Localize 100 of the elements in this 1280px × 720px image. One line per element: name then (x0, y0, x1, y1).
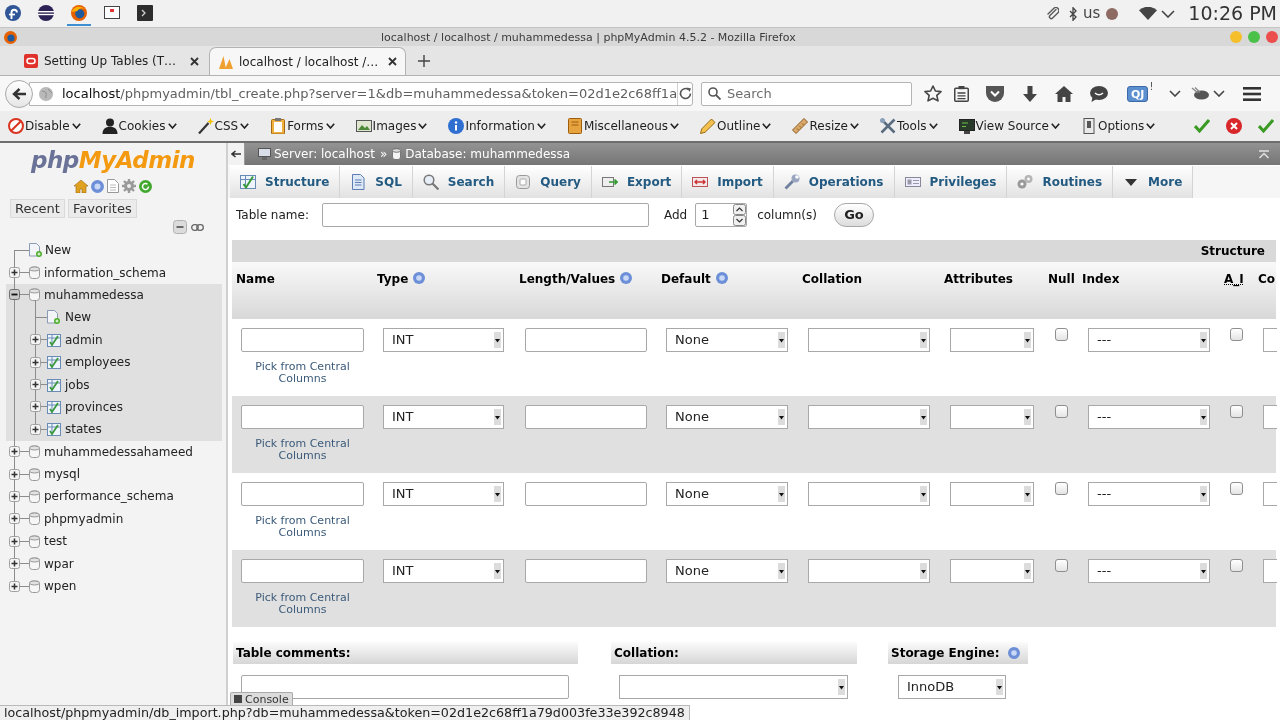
index-select[interactable]: --- (1088, 559, 1210, 583)
tab[interactable]: Query (505, 166, 592, 198)
plus-icon[interactable] (418, 55, 430, 67)
tree-item-link[interactable]: New (45, 241, 72, 260)
breadcrumb-link[interactable]: Server: localhost (274, 145, 375, 163)
expand-icon[interactable] (9, 267, 20, 279)
toolbar-menu-button[interactable]: Miscellaneous (566, 117, 680, 135)
collapse-icon[interactable] (9, 289, 20, 301)
tab[interactable]: SQL (340, 166, 413, 198)
index-select[interactable]: --- (1088, 405, 1210, 429)
input-field[interactable] (1263, 482, 1277, 506)
expand-icon[interactable] (9, 558, 20, 570)
input-field[interactable] (1263, 328, 1277, 352)
breadcrumb-link[interactable]: Database: muhammedessa (405, 145, 571, 163)
tree-item-link[interactable]: admin (65, 330, 103, 349)
help-icon[interactable] (413, 272, 426, 284)
chevron-down-icon[interactable] (167, 123, 177, 129)
tree-item-link[interactable]: provinces (65, 397, 123, 416)
tab[interactable]: More (1113, 166, 1194, 198)
tab[interactable]: Privileges (894, 166, 1008, 198)
column-name-field[interactable] (241, 405, 364, 429)
null-checkbox[interactable] (1055, 328, 1068, 341)
length-values-field[interactable] (525, 328, 647, 352)
expand-icon[interactable] (30, 334, 41, 346)
sidebar-tab-button[interactable]: Favorites (67, 199, 137, 218)
toolbar-menu-button[interactable]: Disable (8, 117, 81, 135)
tab[interactable]: Import (682, 166, 774, 198)
star-icon[interactable] (924, 85, 942, 102)
help-icon[interactable] (1008, 647, 1021, 659)
console-tab[interactable]: Console (230, 692, 293, 705)
chevron-down-icon[interactable] (240, 123, 250, 129)
expand-icon[interactable] (9, 535, 20, 547)
help-icon[interactable] (620, 272, 633, 284)
reload-icon[interactable] (678, 87, 692, 100)
index-select[interactable]: --- (1088, 482, 1210, 506)
tab[interactable]: Routines (1007, 166, 1114, 198)
help-icon[interactable] (715, 272, 728, 284)
tab[interactable]: Search (412, 166, 506, 198)
chevron-down-icon[interactable] (670, 123, 680, 129)
tree-item-link[interactable]: jobs (65, 375, 90, 394)
input-field[interactable] (1263, 559, 1277, 583)
toolbar-menu-button[interactable]: Tools (879, 117, 938, 135)
type-select[interactable]: INT (383, 482, 504, 506)
sidebar-tab-button[interactable]: Recent (10, 199, 65, 218)
auto-increment-checkbox[interactable] (1230, 328, 1243, 341)
tree-item-link[interactable]: muhammedessahameed (44, 442, 193, 461)
type-select[interactable]: INT (383, 559, 504, 583)
toolbar-menu-button[interactable]: Outline (700, 117, 772, 135)
tree-item-link[interactable]: muhammedessa (44, 285, 144, 304)
spinner-icon[interactable] (733, 203, 747, 226)
table-name-field[interactable] (321, 202, 649, 227)
toolbar-menu-button[interactable]: Forms (270, 117, 335, 135)
tree-item-link[interactable]: New (65, 308, 92, 327)
expand-icon[interactable] (9, 446, 20, 458)
toolbar-menu-button[interactable]: Information (448, 117, 546, 135)
tree-item-link[interactable]: mysql (44, 465, 80, 484)
default-select[interactable]: None (666, 328, 788, 352)
tree-item-link[interactable]: employees (65, 353, 131, 372)
tree-item-link[interactable]: phpmyadmin (44, 509, 124, 528)
search-field[interactable]: Search (701, 81, 912, 106)
tab[interactable]: Structure (230, 166, 341, 198)
toolbar-menu-button[interactable]: Images (355, 117, 428, 135)
chevron-down-icon[interactable] (928, 123, 938, 129)
chevron-down-icon[interactable] (536, 123, 546, 129)
back-button[interactable] (5, 79, 33, 108)
length-values-field[interactable] (525, 482, 647, 506)
expand-icon[interactable] (9, 580, 20, 592)
null-checkbox[interactable] (1055, 405, 1068, 418)
navigation-toggle-button[interactable] (228, 143, 245, 165)
tree-item-link[interactable]: performance_schema (44, 487, 174, 506)
toolbar-menu-button[interactable]: Options (1081, 117, 1156, 135)
tab[interactable]: Operations (773, 166, 895, 198)
toolbar-menu-button[interactable]: Resize (792, 117, 859, 135)
type-select[interactable]: INT (383, 328, 504, 352)
close-button[interactable] (1266, 31, 1278, 43)
collapse-all-icon[interactable] (173, 220, 187, 234)
auto-increment-checkbox[interactable] (1230, 482, 1243, 495)
length-values-field[interactable] (525, 559, 647, 583)
pouch-icon[interactable] (986, 85, 1004, 102)
tree-item-link[interactable]: information_schema (44, 263, 167, 282)
central-columns-link[interactable]: Pick from Central Columns (246, 438, 359, 462)
wifi-icon[interactable] (1139, 7, 1158, 20)
chevron-down-icon[interactable] (1146, 123, 1156, 129)
type-select[interactable]: INT (383, 405, 504, 429)
input-field[interactable] (1263, 405, 1277, 429)
home-icon[interactable] (1055, 85, 1073, 102)
download-icon[interactable] (1023, 85, 1037, 102)
null-checkbox[interactable] (1055, 482, 1068, 495)
expand-icon[interactable] (9, 468, 20, 480)
null-checkbox[interactable] (1055, 559, 1068, 572)
chevron-down-icon[interactable] (1161, 9, 1176, 18)
browser-tab[interactable]: Setting Up Tables (T… (15, 47, 207, 75)
default-select[interactable]: None (666, 405, 788, 429)
close-icon[interactable] (388, 57, 397, 66)
browser-tab[interactable]: localhost / localhost /… (209, 47, 406, 75)
chevron-down-icon[interactable] (1051, 123, 1060, 129)
toolbar-menu-button[interactable]: Cookies (101, 117, 177, 135)
default-select[interactable]: None (666, 559, 788, 583)
column-count-field[interactable]: 1 (695, 202, 748, 227)
expand-icon[interactable] (30, 423, 41, 435)
